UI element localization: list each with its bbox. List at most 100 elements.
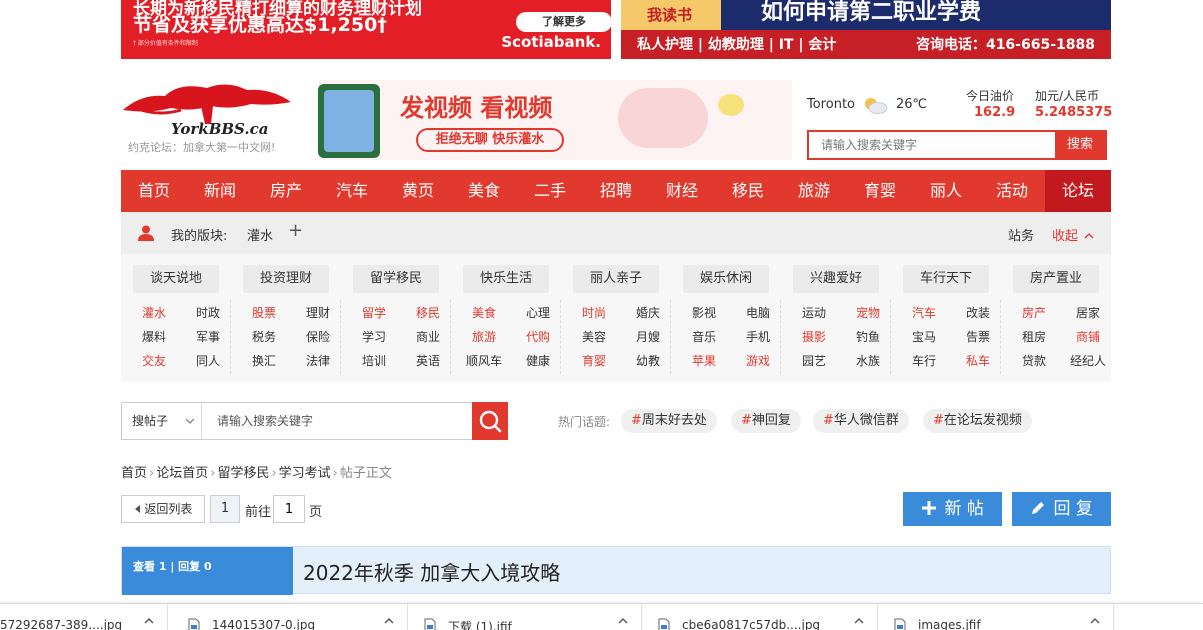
subforum-link[interactable]: 影视 <box>679 304 729 321</box>
nav-home[interactable]: 首页 <box>121 170 187 212</box>
category-heading[interactable]: 投资理财 <box>243 265 329 293</box>
category-heading[interactable]: 房产置业 <box>1013 265 1099 293</box>
nav-events[interactable]: 活动 <box>979 170 1045 212</box>
subforum-link[interactable]: 健康 <box>513 352 563 369</box>
subforum-link[interactable]: 摄影 <box>789 328 839 345</box>
nav-travel[interactable]: 旅游 <box>781 170 847 212</box>
hot-topic-tag[interactable]: #周末好去处 <box>621 409 717 433</box>
site-affairs-link[interactable]: 站务 <box>1008 225 1034 244</box>
subforum-link[interactable]: 代购 <box>513 328 563 345</box>
my-board-item[interactable]: 灌水 <box>247 225 273 244</box>
subforum-link[interactable]: 时政 <box>183 304 233 321</box>
subforum-link[interactable]: 电脑 <box>733 304 783 321</box>
download-item[interactable]: 57292687-389....jpg <box>0 604 168 630</box>
subforum-link[interactable]: 美容 <box>569 328 619 345</box>
college-banner-ad[interactable]: 我读书 如何申请第二职业学费 私人护理 | 幼教助理 | IT | 会计 咨询电… <box>621 0 1111 59</box>
subforum-link[interactable]: 同人 <box>183 352 233 369</box>
subforum-link[interactable]: 月嫂 <box>623 328 673 345</box>
nav-beauty[interactable]: 丽人 <box>913 170 979 212</box>
category-heading[interactable]: 留学移民 <box>353 265 439 293</box>
yorkbbs-logo[interactable]: YorkBBS.ca <box>121 80 293 138</box>
subforum-link[interactable]: 育婴 <box>569 352 619 369</box>
subforum-link[interactable]: 培训 <box>349 352 399 369</box>
subforum-link[interactable]: 经纪人 <box>1063 352 1113 369</box>
breadcrumb-home[interactable]: 首页 <box>121 466 147 481</box>
nav-realestate[interactable]: 房产 <box>253 170 319 212</box>
subforum-link[interactable]: 顺风车 <box>459 352 509 369</box>
subforum-link[interactable]: 贷款 <box>1009 352 1059 369</box>
chevron-up-icon[interactable] <box>617 616 629 626</box>
subforum-link[interactable]: 交友 <box>129 352 179 369</box>
site-search-button[interactable]: 搜索 <box>1055 132 1105 158</box>
subforum-link[interactable]: 移民 <box>403 304 453 321</box>
subforum-link[interactable]: 改装 <box>953 304 1003 321</box>
goto-page-input[interactable] <box>273 495 305 523</box>
subforum-link[interactable]: 英语 <box>403 352 453 369</box>
breadcrumb-forum-home[interactable]: 论坛首页 <box>156 466 208 481</box>
download-item[interactable]: images.jfif <box>882 604 1114 630</box>
subforum-link[interactable]: 美食 <box>459 304 509 321</box>
subforum-link[interactable]: 宝马 <box>899 328 949 345</box>
subforum-link[interactable]: 旅游 <box>459 328 509 345</box>
hot-topic-tag[interactable]: #神回复 <box>731 409 801 433</box>
subforum-link[interactable]: 手机 <box>733 328 783 345</box>
subforum-link[interactable]: 幼教 <box>623 352 673 369</box>
subforum-link[interactable]: 音乐 <box>679 328 729 345</box>
download-item[interactable]: 下载 (1).jfif <box>412 604 642 630</box>
nav-forum[interactable]: 论坛 <box>1045 170 1111 212</box>
subforum-link[interactable]: 水族 <box>843 352 893 369</box>
subforum-link[interactable]: 换汇 <box>239 352 289 369</box>
category-heading[interactable]: 娱乐休闲 <box>683 265 769 293</box>
nav-food[interactable]: 美食 <box>451 170 517 212</box>
subforum-link[interactable]: 婚庆 <box>623 304 673 321</box>
subforum-link[interactable]: 游戏 <box>733 352 783 369</box>
forum-search-input[interactable] <box>203 403 473 439</box>
download-item[interactable]: 144015307-0.jpg <box>176 604 408 630</box>
nav-jobs[interactable]: 招聘 <box>583 170 649 212</box>
collapse-button[interactable]: 收起 <box>1052 225 1094 244</box>
nav-auto[interactable]: 汽车 <box>319 170 385 212</box>
back-to-list-button[interactable]: 返回列表 <box>121 495 205 523</box>
subforum-link[interactable]: 告票 <box>953 328 1003 345</box>
subforum-link[interactable]: 军事 <box>183 328 233 345</box>
subforum-link[interactable]: 私车 <box>953 352 1003 369</box>
subforum-link[interactable]: 股票 <box>239 304 289 321</box>
video-promo-ad[interactable]: 发视频 看视频 拒绝无聊 快乐灌水 <box>318 80 792 160</box>
download-item[interactable]: cbe6a0817c57db....jpg <box>646 604 878 630</box>
subforum-link[interactable]: 法律 <box>293 352 343 369</box>
scotiabank-banner-ad[interactable]: 长期为新移民精打细算的财务理财计划 节省及获享优惠高达$1,250† † 部分价… <box>121 0 611 59</box>
subforum-link[interactable]: 汽车 <box>899 304 949 321</box>
current-page-button[interactable]: 1 <box>210 495 240 523</box>
add-board-icon[interactable]: + <box>288 220 303 241</box>
chevron-up-icon[interactable] <box>1089 616 1101 626</box>
subforum-link[interactable]: 车行 <box>899 352 949 369</box>
subforum-link[interactable]: 租房 <box>1009 328 1059 345</box>
subforum-link[interactable]: 商铺 <box>1063 328 1113 345</box>
forum-search-button[interactable] <box>472 402 508 440</box>
subforum-link[interactable]: 运动 <box>789 304 839 321</box>
nav-immigration[interactable]: 移民 <box>715 170 781 212</box>
search-scope-select[interactable]: 搜帖子 <box>122 403 202 439</box>
subforum-link[interactable]: 苹果 <box>679 352 729 369</box>
chevron-up-icon[interactable] <box>383 616 395 626</box>
subforum-link[interactable]: 钓鱼 <box>843 328 893 345</box>
subforum-link[interactable]: 爆料 <box>129 328 179 345</box>
subforum-link[interactable]: 理财 <box>293 304 343 321</box>
subforum-link[interactable]: 时尚 <box>569 304 619 321</box>
subforum-link[interactable]: 园艺 <box>789 352 839 369</box>
new-post-button[interactable]: 新 帖 <box>903 492 1002 526</box>
nav-news[interactable]: 新闻 <box>187 170 253 212</box>
breadcrumb-board[interactable]: 学习考试 <box>279 466 331 481</box>
site-search-input[interactable] <box>809 132 1057 158</box>
subforum-link[interactable]: 心理 <box>513 304 563 321</box>
subforum-link[interactable]: 保险 <box>293 328 343 345</box>
category-heading[interactable]: 车行天下 <box>903 265 989 293</box>
ad-learn-more-button[interactable]: 了解更多 <box>516 12 611 32</box>
chevron-up-icon[interactable] <box>853 616 865 626</box>
category-heading[interactable]: 谈天说地 <box>133 265 219 293</box>
subforum-link[interactable]: 房产 <box>1009 304 1059 321</box>
nav-yellowpages[interactable]: 黄页 <box>385 170 451 212</box>
category-heading[interactable]: 丽人亲子 <box>573 265 659 293</box>
category-heading[interactable]: 快乐生活 <box>463 265 549 293</box>
category-heading[interactable]: 兴趣爱好 <box>793 265 879 293</box>
